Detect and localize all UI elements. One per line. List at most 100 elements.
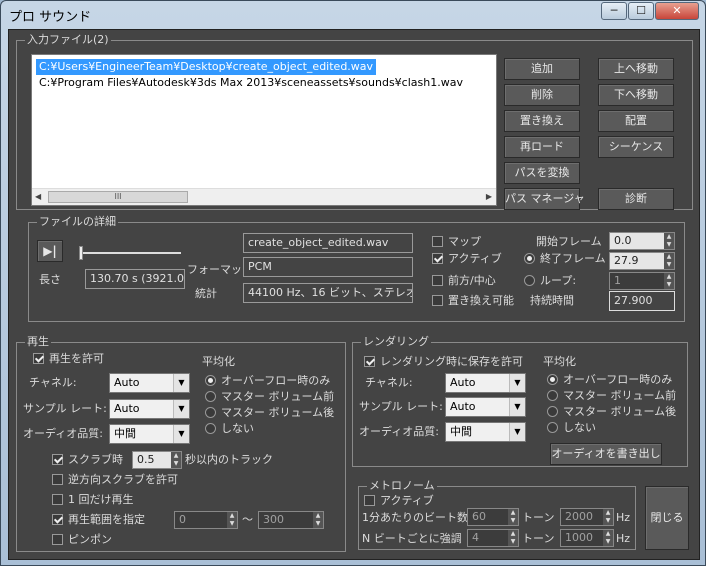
active-checkbox[interactable]: アクティブ	[432, 252, 502, 266]
spinner-arrows-icon[interactable]: ▲ ▼	[171, 452, 181, 468]
front-center-checkbox[interactable]: 前方/中心	[432, 274, 496, 288]
chevron-down-icon[interactable]: ▼	[509, 374, 525, 392]
minimize-button[interactable]: ─	[601, 2, 627, 20]
remove-button[interactable]: 削除	[504, 84, 580, 106]
file-list-item[interactable]: C:¥Users¥EngineerTeam¥Desktop¥create_obj…	[36, 59, 377, 75]
accent-spinner[interactable]: 4 ▲ ▼	[467, 529, 519, 547]
avg-pre-master-radio[interactable]: マスター ボリューム前	[205, 390, 334, 404]
close-button[interactable]: 閉じる	[645, 486, 689, 550]
end-frame-spinner[interactable]: 27.9 ▲ ▼	[609, 252, 675, 270]
add-button[interactable]: 追加	[504, 58, 580, 80]
render-avg-overflow-radio[interactable]: オーバーフロー時のみ	[547, 373, 672, 387]
radio-icon[interactable]	[205, 423, 216, 434]
checkbox-checked-icon[interactable]	[33, 353, 44, 364]
slider-thumb[interactable]	[79, 246, 83, 260]
scrub-spinner[interactable]: 0.5 ▲ ▼	[132, 451, 182, 469]
loop-radio[interactable]: ループ:	[524, 274, 576, 288]
checkbox-icon[interactable]	[52, 474, 63, 485]
audio-quality-select[interactable]: 中間 ▼	[109, 424, 190, 444]
sequence-button[interactable]: シーケンス	[598, 136, 674, 158]
render-sample-rate-value[interactable]: Auto	[450, 400, 476, 413]
checkbox-icon[interactable]	[364, 495, 375, 506]
chevron-down-icon[interactable]: ▼	[173, 425, 189, 443]
channel-value[interactable]: Auto	[114, 376, 140, 389]
bpm-spinner[interactable]: 60 ▲ ▼	[467, 508, 519, 526]
range-to-spinner[interactable]: 300 ▲ ▼	[258, 511, 324, 529]
file-list-item[interactable]: C:¥Program Files¥Autodesk¥3ds Max 2013¥s…	[36, 75, 466, 91]
arrange-button[interactable]: 配置	[598, 110, 674, 132]
spinner-arrows-icon[interactable]: ▲ ▼	[664, 233, 674, 249]
radio-icon[interactable]	[205, 407, 216, 418]
start-frame-spinner[interactable]: 0.0 ▲ ▼	[609, 232, 675, 250]
spinner-arrows-icon[interactable]: ▲ ▼	[664, 273, 674, 289]
move-down-button[interactable]: 下へ移動	[598, 84, 674, 106]
checkbox-icon[interactable]	[432, 295, 443, 306]
avg-overflow-radio[interactable]: オーバーフロー時のみ	[205, 374, 330, 388]
allow-playback-checkbox[interactable]: 再生を許可	[33, 352, 104, 366]
maximize-button[interactable]: ☐	[628, 2, 654, 20]
render-sample-rate-select[interactable]: Auto ▼	[445, 397, 526, 417]
loop-value[interactable]: 1	[614, 274, 621, 287]
spinner-arrows-icon[interactable]: ▲ ▼	[227, 512, 237, 528]
end-frame-radio[interactable]: 終了フレーム	[524, 252, 606, 266]
radio-icon[interactable]	[547, 390, 558, 401]
move-up-button[interactable]: 上へ移動	[598, 58, 674, 80]
tone1-spinner[interactable]: 2000 ▲ ▼	[560, 508, 614, 526]
chevron-down-icon[interactable]: ▼	[509, 423, 525, 441]
play-once-checkbox[interactable]: 1 回だけ再生	[52, 493, 134, 507]
checkbox-checked-icon[interactable]	[52, 454, 63, 465]
chevron-down-icon[interactable]: ▼	[173, 374, 189, 392]
render-avg-never-radio[interactable]: しない	[547, 421, 596, 435]
radio-icon[interactable]	[547, 406, 558, 417]
render-audio-quality-select[interactable]: 中間 ▼	[445, 422, 526, 442]
convert-path-button[interactable]: パスを変換	[504, 162, 580, 184]
bpm-value[interactable]: 60	[472, 510, 486, 523]
range-from-spinner[interactable]: 0 ▲ ▼	[174, 511, 238, 529]
checkbox-icon[interactable]	[52, 494, 63, 505]
scrub-checkbox[interactable]: スクラブ時	[52, 453, 123, 467]
spinner-arrows-icon[interactable]: ▲ ▼	[313, 512, 323, 528]
sample-rate-value[interactable]: Auto	[114, 402, 140, 415]
radio-icon[interactable]	[524, 275, 535, 286]
checkbox-checked-icon[interactable]	[364, 356, 375, 367]
tone2-value[interactable]: 1000	[565, 531, 593, 544]
start-frame-value[interactable]: 0.0	[614, 234, 632, 247]
range-to-value[interactable]: 300	[263, 513, 284, 526]
spinner-arrows-icon[interactable]: ▲ ▼	[603, 509, 613, 525]
spinner-arrows-icon[interactable]: ▲ ▼	[664, 253, 674, 269]
tone1-value[interactable]: 2000	[565, 510, 593, 523]
radio-icon[interactable]	[205, 391, 216, 402]
radio-selected-icon[interactable]	[547, 374, 558, 385]
spinner-arrows-icon[interactable]: ▲ ▼	[603, 530, 613, 546]
map-checkbox[interactable]: マップ	[432, 235, 481, 249]
scroll-left-icon[interactable]: ◀	[35, 192, 41, 201]
audio-quality-value[interactable]: 中間	[114, 427, 136, 440]
checkbox-checked-icon[interactable]	[52, 514, 63, 525]
metronome-active-checkbox[interactable]: アクティブ	[364, 494, 434, 508]
radio-selected-icon[interactable]	[524, 253, 535, 264]
play-icon[interactable]: ▶|	[37, 240, 63, 262]
avg-post-master-radio[interactable]: マスター ボリューム後	[205, 406, 334, 420]
replaceable-checkbox[interactable]: 置き換え可能	[432, 294, 514, 308]
horizontal-scrollbar[interactable]: ◀ III ▶	[32, 188, 496, 205]
chevron-down-icon[interactable]: ▼	[173, 400, 189, 418]
chevron-down-icon[interactable]: ▼	[509, 398, 525, 416]
channel-select[interactable]: Auto ▼	[109, 373, 190, 393]
render-channel-select[interactable]: Auto ▼	[445, 373, 526, 393]
avg-never-radio[interactable]: しない	[205, 422, 254, 436]
sample-rate-select[interactable]: Auto ▼	[109, 399, 190, 419]
export-audio-button[interactable]: オーディオを書き出し	[550, 443, 662, 465]
checkbox-checked-icon[interactable]	[432, 253, 443, 264]
scrub-value[interactable]: 0.5	[137, 453, 155, 466]
render-avg-post-master-radio[interactable]: マスター ボリューム後	[547, 405, 676, 419]
spinner-arrows-icon[interactable]: ▲ ▼	[508, 509, 518, 525]
render-avg-pre-master-radio[interactable]: マスター ボリューム前	[547, 389, 676, 403]
tone2-spinner[interactable]: 1000 ▲ ▼	[560, 529, 614, 547]
playback-position-slider[interactable]	[79, 246, 181, 260]
loop-spinner[interactable]: 1 ▲ ▼	[609, 272, 675, 290]
spinner-arrows-icon[interactable]: ▲ ▼	[508, 530, 518, 546]
play-range-checkbox[interactable]: 再生範囲を指定	[52, 513, 145, 527]
radio-selected-icon[interactable]	[205, 375, 216, 386]
range-from-value[interactable]: 0	[179, 513, 186, 526]
reverse-scrub-checkbox[interactable]: 逆方向スクラブを許可	[52, 473, 178, 487]
